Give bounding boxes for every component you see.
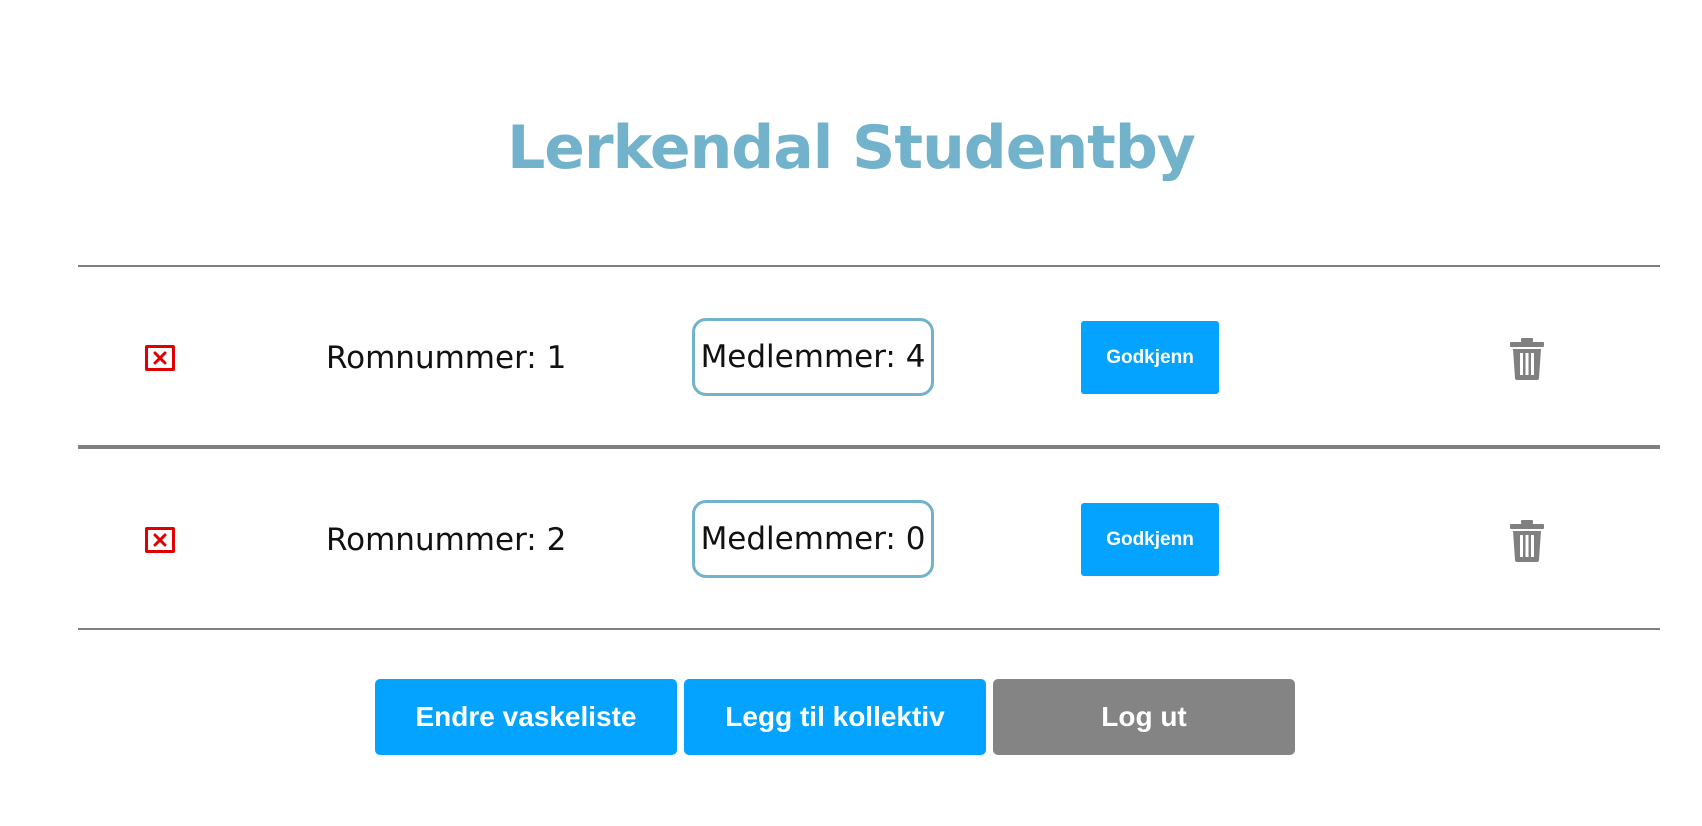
- close-x-glyph: [153, 533, 167, 547]
- room-number-label: Romnummer: 1: [326, 340, 567, 376]
- members-count-box: Medlemmer: 4: [692, 318, 934, 396]
- divider-bottom: [78, 628, 1660, 630]
- page-title: Lerkendal Studentby: [507, 113, 1196, 183]
- members-count-box: Medlemmer: 0: [692, 500, 934, 578]
- close-x-glyph: [153, 351, 167, 365]
- approve-button[interactable]: Godkjenn: [1081, 321, 1219, 394]
- approve-button[interactable]: Godkjenn: [1081, 503, 1219, 576]
- add-collective-button[interactable]: Legg til kollektiv: [684, 679, 986, 755]
- room-number-label: Romnummer: 2: [326, 522, 567, 558]
- trash-icon[interactable]: [1510, 520, 1544, 562]
- trash-icon[interactable]: [1510, 338, 1544, 380]
- room-row: Romnummer: 2 Medlemmer: 0 Godkjenn: [78, 450, 1660, 630]
- logout-button[interactable]: Log ut: [993, 679, 1295, 755]
- edit-laundry-list-button[interactable]: Endre vaskeliste: [375, 679, 677, 755]
- divider-middle: [78, 445, 1660, 449]
- close-box-icon[interactable]: [145, 527, 175, 553]
- room-row: Romnummer: 1 Medlemmer: 4 Godkjenn: [78, 268, 1660, 448]
- close-box-icon[interactable]: [145, 345, 175, 371]
- divider-top: [78, 265, 1660, 267]
